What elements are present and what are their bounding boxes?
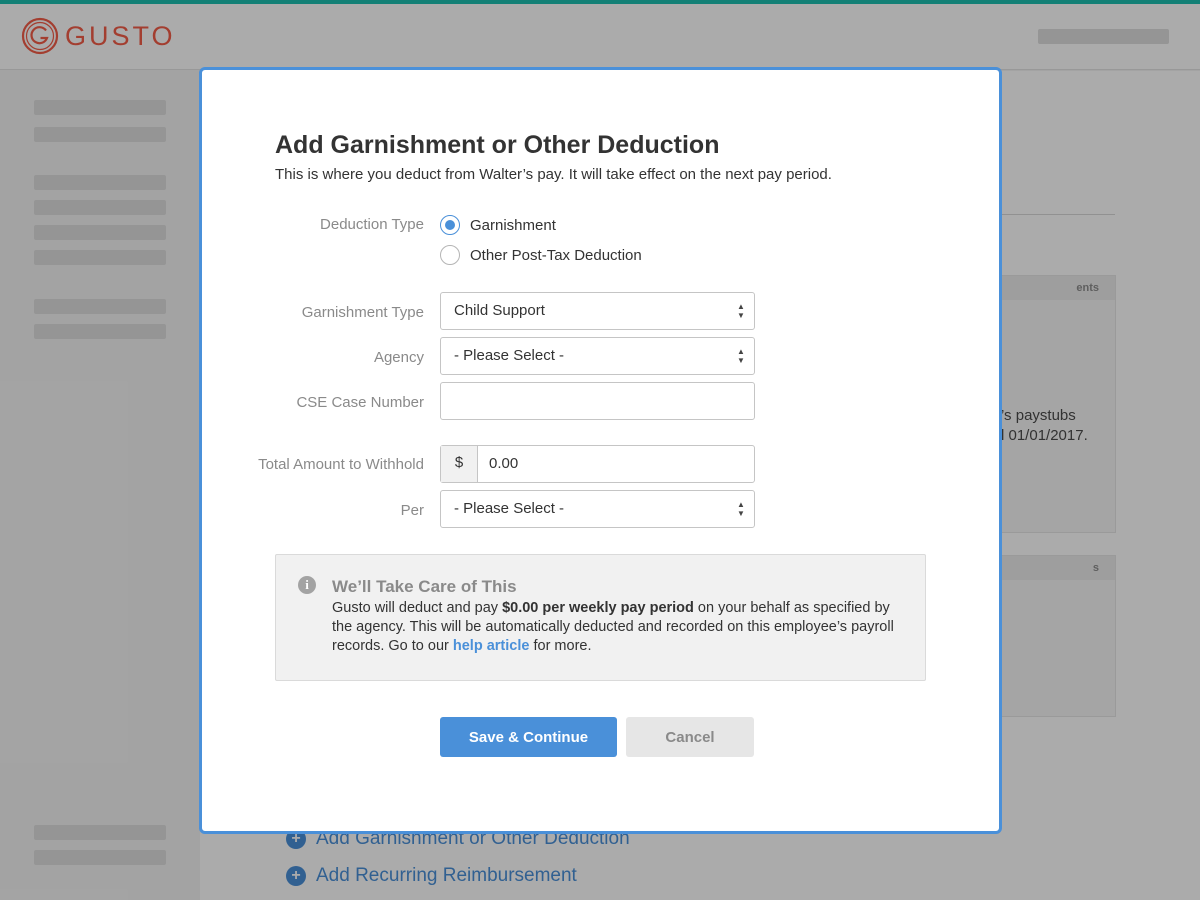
select-arrows-icon: ▲ ▼ [737, 347, 745, 365]
deduction-type-label: Deduction Type [320, 216, 424, 233]
garnishment-type-select[interactable]: Child Support ▲ ▼ [440, 292, 755, 330]
cse-case-number-input[interactable] [440, 382, 755, 420]
agency-label: Agency [373, 349, 424, 366]
info-text-amount: $0.00 per weekly pay period [502, 600, 694, 616]
radio-unselected-icon[interactable] [440, 245, 460, 265]
cse-case-number-label: CSE Case Number [296, 394, 424, 411]
cancel-button[interactable]: Cancel [626, 717, 754, 757]
info-text-part: Gusto will deduct and pay [332, 600, 503, 616]
agency-select[interactable]: - Please Select - ▲ ▼ [440, 337, 755, 375]
amount-value[interactable]: 0.00 [478, 446, 518, 482]
save-and-continue-button[interactable]: Save & Continue [440, 717, 617, 757]
select-value: - Please Select - [454, 347, 565, 364]
radio-garnishment[interactable]: Garnishment [440, 215, 556, 235]
add-garnishment-modal: Add Garnishment or Other Deduction This … [199, 67, 1002, 834]
select-value: Child Support [454, 302, 545, 319]
per-label: Per [400, 502, 424, 519]
per-select[interactable]: - Please Select - ▲ ▼ [440, 490, 755, 528]
modal-subtitle: This is where you deduct from Walter’s p… [275, 166, 832, 183]
info-icon: i [298, 576, 316, 594]
help-article-link[interactable]: help article [453, 638, 530, 654]
info-text: Gusto will deduct and pay $0.00 per week… [332, 599, 902, 656]
info-callout: i We’ll Take Care of This Gusto will ded… [275, 554, 926, 681]
radio-label: Garnishment [470, 216, 556, 234]
select-arrows-icon: ▲ ▼ [737, 302, 745, 320]
total-amount-label: Total Amount to Withhold [258, 456, 424, 473]
currency-addon: $ [441, 446, 478, 482]
radio-label: Other Post-Tax Deduction [470, 246, 642, 264]
modal-title: Add Garnishment or Other Deduction [275, 131, 720, 159]
info-title: We’ll Take Care of This [332, 577, 517, 596]
info-text-part: for more. [529, 638, 592, 654]
total-amount-input[interactable]: $ 0.00 [440, 445, 755, 483]
select-value: - Please Select - [454, 500, 565, 517]
radio-other-post-tax-deduction[interactable]: Other Post-Tax Deduction [440, 245, 642, 265]
garnishment-type-label: Garnishment Type [301, 304, 424, 321]
radio-selected-icon[interactable] [440, 215, 460, 235]
select-arrows-icon: ▲ ▼ [737, 500, 745, 518]
